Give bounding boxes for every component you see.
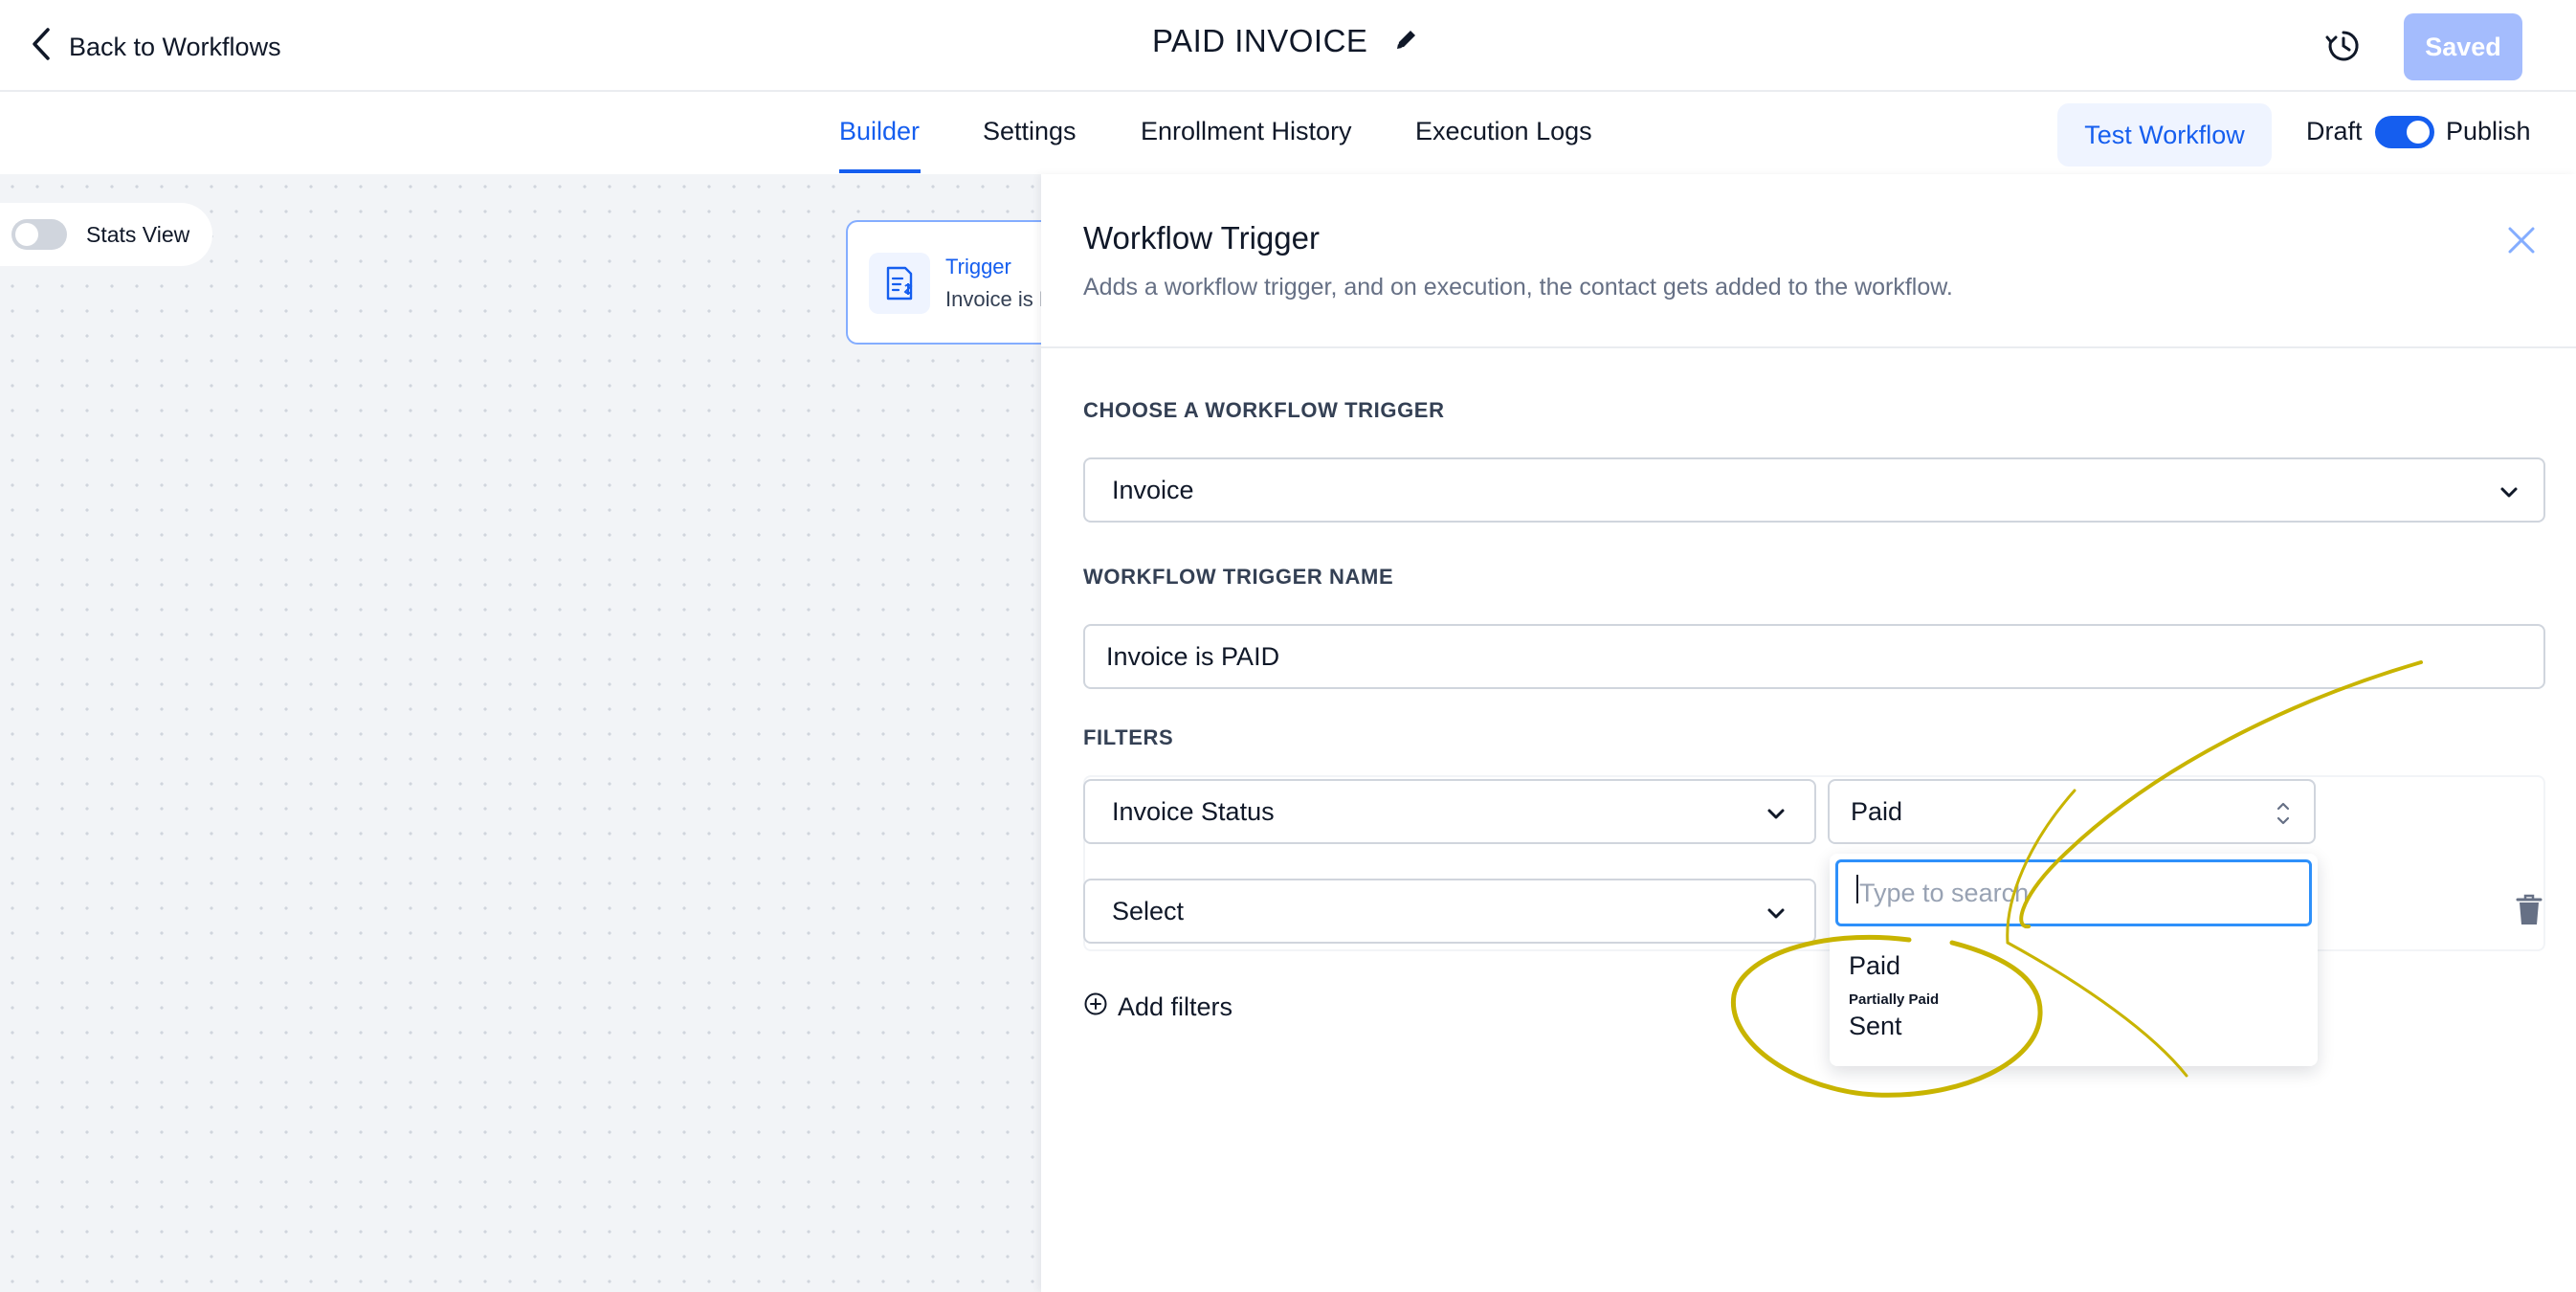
add-filters-label: Add filters [1118, 992, 1233, 1021]
workflow-trigger-panel: Workflow Trigger Adds a workflow trigger… [1041, 174, 2576, 1292]
chevron-left-icon [31, 27, 52, 68]
stats-view-toggle[interactable] [11, 219, 67, 250]
filters-label: FILTERS [1083, 725, 1174, 749]
node-subtitle: Invoice is PAID [945, 287, 1056, 311]
close-icon[interactable] [2505, 224, 2538, 256]
trigger-select-value: Invoice [1112, 475, 1194, 504]
tab-bar: Builder Settings Enrollment History Exec… [0, 92, 2576, 174]
history-icon[interactable] [2323, 26, 2364, 66]
draft-label: Draft [2306, 117, 2363, 145]
dropdown-search-input[interactable] [1835, 859, 2312, 926]
top-bar: Back to Workflows PAID INVOICE Saved [0, 0, 2576, 92]
filter-value: Paid [1851, 796, 1903, 826]
filter-value-select[interactable]: Paid [1828, 779, 2316, 844]
stats-view-label: Stats View [86, 221, 190, 247]
active-tab-indicator [839, 169, 921, 173]
workflow-title: PAID INVOICE [1152, 23, 1368, 58]
chevron-down-icon [2498, 480, 2520, 503]
stats-view-toggle-pill[interactable]: Stats View [0, 203, 212, 266]
trigger-node[interactable]: Trigger Invoice is PAID [846, 220, 1056, 345]
saved-button[interactable]: Saved [2404, 13, 2522, 80]
toggle-knob [2407, 121, 2430, 144]
panel-title: Workflow Trigger [1083, 220, 1320, 256]
back-label: Back to Workflows [69, 33, 281, 61]
tab-enrollment-history[interactable]: Enrollment History [1141, 117, 1352, 146]
add-filters-button[interactable]: Add filters [1083, 991, 1232, 1023]
dropdown-option-partially-paid[interactable]: Partially Paid [1849, 991, 1939, 1008]
filter-field-value: Invoice Status [1112, 796, 1275, 826]
filter2-field-select[interactable]: Select [1083, 879, 1816, 944]
trash-icon[interactable] [2515, 892, 2543, 926]
back-to-workflows-link[interactable]: Back to Workflows [31, 27, 281, 68]
trigger-name-value: Invoice is PAID [1106, 641, 1280, 671]
tab-execution-logs[interactable]: Execution Logs [1415, 117, 1592, 146]
tab-builder[interactable]: Builder [839, 117, 920, 146]
updown-icon [2274, 798, 2293, 829]
publish-toggle[interactable] [2375, 116, 2434, 148]
test-workflow-button[interactable]: Test Workflow [2057, 103, 2272, 167]
trigger-name-label: WORKFLOW TRIGGER NAME [1083, 565, 1394, 589]
status-dropdown-menu: Paid Partially Paid Sent [1830, 854, 2318, 1066]
trigger-name-input[interactable]: Invoice is PAID [1083, 624, 2545, 689]
dropdown-option-paid[interactable]: Paid [1849, 951, 1900, 981]
plus-circle-icon [1083, 991, 1108, 1023]
panel-header: Workflow Trigger Adds a workflow trigger… [1041, 174, 2576, 348]
pencil-icon[interactable] [1394, 27, 1419, 56]
panel-description: Adds a workflow trigger, and on executio… [1083, 274, 1953, 301]
chevron-down-icon [1765, 902, 1788, 924]
choose-trigger-label: CHOOSE A WORKFLOW TRIGGER [1083, 398, 1445, 422]
publish-label: Publish [2446, 117, 2531, 145]
node-title: Trigger [945, 255, 1011, 278]
filter2-field-value: Select [1112, 896, 1185, 925]
workflow-canvas[interactable]: Stats View Trigger Invoice is PAID [0, 174, 1056, 1292]
filter-field-select[interactable]: Invoice Status [1083, 779, 1816, 844]
dropdown-option-sent[interactable]: Sent [1849, 1012, 1902, 1041]
toggle-knob [15, 223, 38, 246]
invoice-icon [869, 253, 930, 314]
chevron-down-icon [1765, 802, 1788, 825]
tab-settings[interactable]: Settings [983, 117, 1077, 146]
text-caret [1856, 875, 1858, 903]
trigger-select[interactable]: Invoice [1083, 457, 2545, 523]
